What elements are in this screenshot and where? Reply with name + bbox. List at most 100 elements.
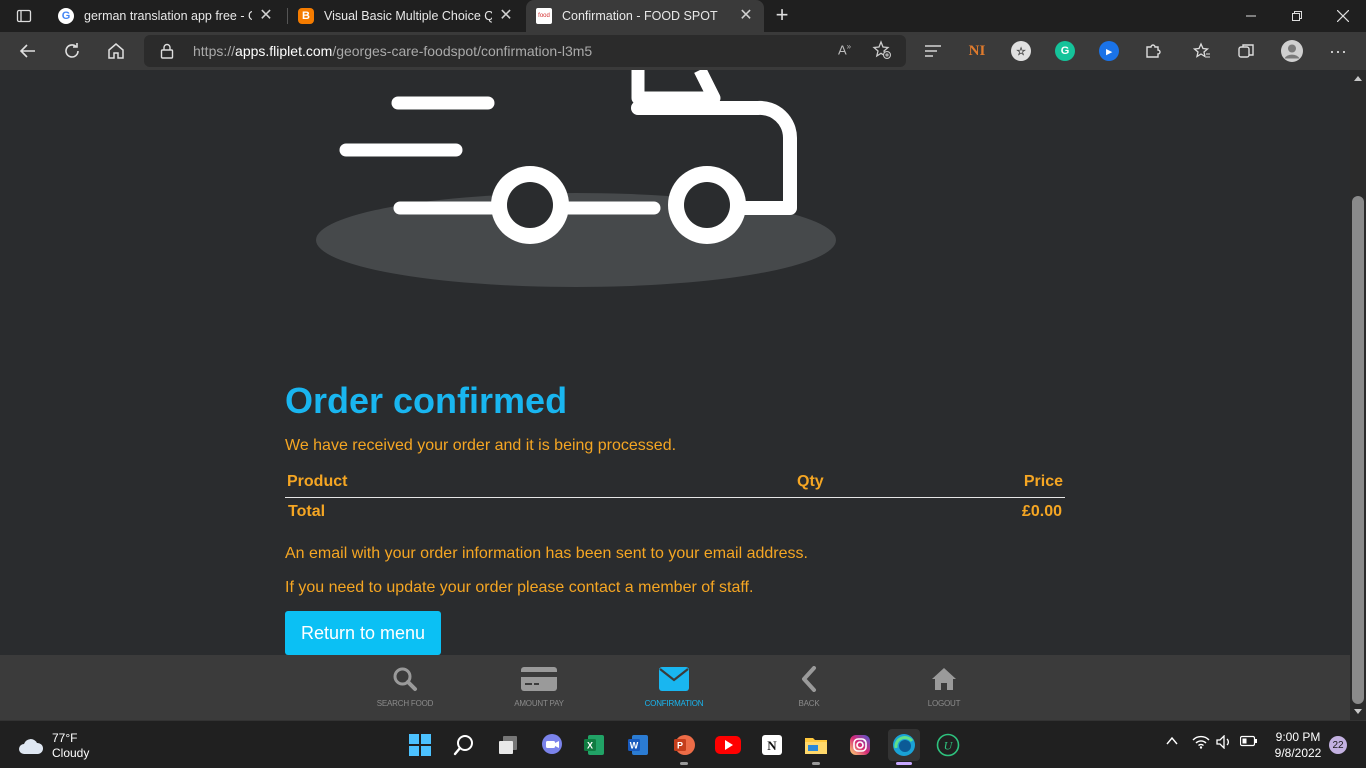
chevron-up-icon (1166, 736, 1178, 745)
tab-actions-button[interactable] (8, 4, 40, 28)
minimize-icon (1246, 15, 1256, 17)
email-message: An email with your order information has… (285, 545, 808, 562)
nav-item-search-food[interactable]: SEARCH FOOD (360, 655, 450, 720)
browser-tab-confirmation[interactable]: food Confirmation - FOOD SPOT ✕ (526, 0, 764, 32)
new-tab-button[interactable]: + (770, 4, 794, 28)
envelope-icon (656, 665, 692, 693)
scrollbar-thumb[interactable] (1352, 196, 1364, 704)
battery-status[interactable] (1239, 735, 1258, 750)
chat-icon (542, 734, 562, 754)
collections-button[interactable] (1232, 37, 1260, 65)
home-icon (108, 43, 124, 59)
sidebar-list-button[interactable] (919, 37, 947, 65)
youtube-icon (715, 736, 741, 754)
page-content: Order confirmed We have received your or… (0, 70, 1350, 720)
task-view-button[interactable] (492, 729, 524, 761)
favorites-star-icon (1193, 42, 1210, 58)
excel-icon: X (584, 735, 604, 755)
close-tab-icon[interactable]: ✕ (498, 8, 514, 24)
video-extension-icon[interactable]: ▸ (1099, 41, 1119, 61)
nav-label: CONFIRMATION (644, 699, 704, 708)
url-scheme: https:// (193, 43, 236, 59)
start-button[interactable] (404, 729, 436, 761)
windows-taskbar: 77°F Cloudy X W P N U 9:00 PM 9/8/2022 2… (0, 720, 1366, 768)
instagram-app[interactable] (844, 729, 876, 761)
weather-widget[interactable]: 77°F Cloudy (18, 731, 89, 761)
nav-item-logout[interactable]: LOGOUT (899, 655, 989, 720)
return-to-menu-button[interactable]: Return to menu (285, 611, 441, 655)
browser-tab-google[interactable]: G german translation app free - Go ✕ (48, 0, 284, 32)
favorites-button[interactable] (1188, 37, 1216, 65)
upwork-app[interactable]: U (932, 729, 964, 761)
refresh-button[interactable] (58, 37, 86, 65)
close-window-button[interactable] (1320, 0, 1366, 32)
page-scrollbar[interactable] (1350, 70, 1366, 720)
folder-icon (805, 738, 827, 754)
profile-button[interactable] (1278, 37, 1306, 65)
running-indicator (812, 762, 820, 765)
wifi-status[interactable] (1192, 735, 1210, 752)
column-header-price: Price (902, 471, 1065, 498)
powerpoint-icon: P (674, 735, 695, 755)
avatar-icon (1281, 40, 1303, 62)
extensions-button[interactable] (1139, 37, 1167, 65)
read-aloud-icon[interactable]: A» (838, 42, 851, 57)
nav-item-amount-pay[interactable]: AMOUNT PAY (494, 655, 584, 720)
minimize-button[interactable] (1228, 0, 1274, 32)
grammarly-icon[interactable]: G (1055, 41, 1075, 61)
clock-time: 9:00 PM (1275, 730, 1321, 744)
url-path: /georges-care-foodspot/confirmation-l3m5 (332, 43, 593, 59)
nav-item-back[interactable]: BACK (764, 655, 854, 720)
list-icon (925, 45, 941, 57)
address-bar[interactable]: https://apps.fliplet.com/georges-care-fo… (144, 35, 906, 67)
url-host: apps.fliplet.com (235, 43, 333, 59)
battery-icon (1239, 735, 1257, 747)
notion-extension-icon[interactable]: NI (967, 41, 987, 61)
file-explorer-app[interactable] (800, 729, 832, 765)
show-hidden-icons-button[interactable] (1166, 735, 1178, 749)
total-value: £0.00 (1021, 503, 1062, 521)
nav-label: SEARCH FOOD (376, 699, 434, 708)
credit-card-icon (521, 665, 557, 693)
browser-tab-blogger[interactable]: B Visual Basic Multiple Choice Que ✕ (288, 0, 524, 32)
edge-app[interactable] (888, 729, 920, 765)
add-favorite-icon[interactable] (872, 40, 892, 65)
teams-chat-button[interactable] (536, 729, 568, 761)
google-icon: G (58, 8, 74, 24)
refresh-icon (65, 43, 79, 58)
restore-icon (1292, 11, 1302, 21)
nav-item-confirmation[interactable]: CONFIRMATION (629, 655, 719, 720)
close-tab-icon[interactable]: ✕ (258, 8, 274, 24)
youtube-app[interactable] (712, 729, 744, 761)
total-label: Total (288, 503, 326, 521)
collections-icon (1238, 44, 1254, 58)
chevron-left-icon (791, 665, 827, 693)
close-tab-icon[interactable]: ✕ (738, 8, 754, 24)
windows-logo-icon (409, 734, 431, 756)
nav-label: LOGOUT (927, 699, 961, 708)
powerpoint-app[interactable]: P (668, 729, 700, 765)
restore-button[interactable] (1274, 0, 1320, 32)
column-header-qty: Qty (795, 471, 903, 498)
notion-app[interactable]: N (756, 729, 788, 761)
word-app[interactable]: W (622, 729, 654, 761)
upwork-icon: U (936, 733, 960, 757)
taskbar-clock[interactable]: 9:00 PM 9/8/2022 (1268, 729, 1328, 761)
volume-status[interactable] (1216, 734, 1232, 752)
browser-toolbar: https://apps.fliplet.com/georges-care-fo… (0, 32, 1366, 70)
clock-date: 9/8/2022 (1274, 746, 1322, 760)
translate-extension-icon[interactable]: ☆ (1011, 41, 1031, 61)
scroll-down-icon[interactable] (1354, 709, 1362, 714)
notification-badge[interactable]: 22 (1329, 736, 1347, 754)
search-icon (387, 665, 423, 693)
arrow-left-icon (19, 44, 35, 58)
more-menu-button[interactable]: ··· (1324, 37, 1352, 65)
scroll-up-icon[interactable] (1354, 76, 1362, 81)
home-button[interactable] (102, 37, 130, 65)
taskbar-search-button[interactable] (448, 729, 480, 761)
url-text[interactable]: https://apps.fliplet.com/georges-care-fo… (193, 43, 592, 59)
excel-app[interactable]: X (578, 729, 610, 761)
browser-tab-strip: G german translation app free - Go ✕ B V… (0, 0, 1366, 32)
back-button[interactable] (14, 37, 42, 65)
lock-icon[interactable] (160, 43, 174, 59)
